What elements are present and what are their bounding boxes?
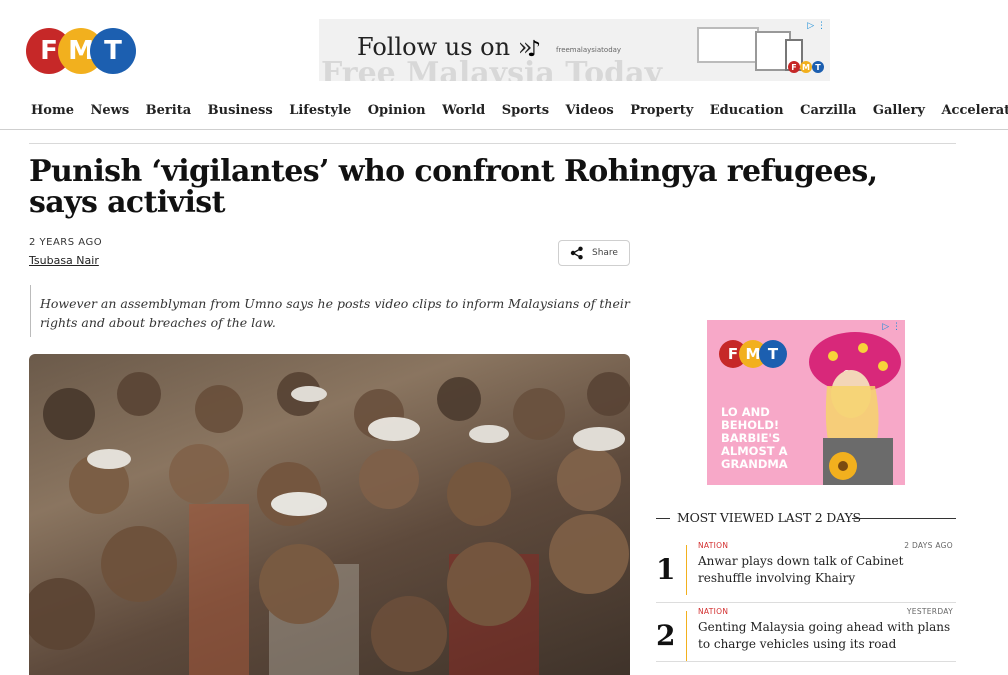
most-viewed-title[interactable]: Anwar plays down talk of Cabinet reshuff… (698, 553, 953, 587)
nav-item-accelerator[interactable]: Accelerator (941, 103, 1008, 118)
nav-item-gallery[interactable]: Gallery (873, 103, 925, 118)
most-viewed-category[interactable]: NATION (698, 541, 728, 550)
article-timestamp: 2 YEARS AGO (29, 237, 103, 248)
crowd-image (29, 372, 630, 675)
most-viewed-item[interactable]: 2 NATION YESTERDAY Genting Malaysia goin… (656, 607, 956, 662)
top-banner-ad[interactable]: Free Malaysia Today Follow us on » ♪ fre… (319, 19, 830, 81)
most-viewed-rule-left (656, 518, 670, 519)
nav-item-carzilla[interactable]: Carzilla (800, 103, 856, 118)
logo-letter-t: T (90, 28, 136, 74)
nav-item-world[interactable]: World (442, 103, 485, 118)
ad-follow-text: Follow us on » (357, 33, 533, 61)
most-viewed-category[interactable]: NATION (698, 607, 728, 616)
article-standfirst: However an assemblyman from Umno says he… (30, 285, 630, 337)
nav-item-business[interactable]: Business (208, 103, 273, 118)
nav-item-news[interactable]: News (90, 103, 129, 118)
doll-illustration (809, 332, 901, 485)
ad-message: LO AND BEHOLD! BARBIE'S ALMOST A GRANDMA (721, 405, 788, 471)
most-viewed-time: 2 DAYS AGO (904, 541, 953, 550)
nav-item-videos[interactable]: Videos (566, 103, 614, 118)
article-top-rule (29, 143, 956, 144)
nav-item-sports[interactable]: Sports (502, 103, 549, 118)
nav-divider (0, 129, 1008, 130)
most-viewed-rule-right (852, 518, 956, 519)
nav-item-home[interactable]: Home (31, 103, 74, 118)
site-logo[interactable]: F M T (26, 28, 136, 74)
article-photo (29, 354, 630, 675)
most-viewed-rank: 2 (656, 619, 676, 652)
rank-divider (686, 611, 687, 661)
share-label: Share (592, 248, 618, 258)
article-author-link[interactable]: Tsubasa Nair (29, 254, 99, 267)
most-viewed-title[interactable]: Genting Malaysia going ahead with plans … (698, 619, 953, 653)
article-headline: Punish ‘vigilantes’ who confront Rohingy… (29, 154, 878, 220)
most-viewed-time: YESTERDAY (906, 607, 953, 616)
ad-mini-logo: F M T (788, 61, 824, 73)
share-icon (570, 246, 583, 260)
nav-item-opinion[interactable]: Opinion (368, 103, 426, 118)
nav-item-berita[interactable]: Berita (146, 103, 191, 118)
most-viewed-heading: MOST VIEWED LAST 2 DAYS (677, 510, 861, 525)
ad-logo: F M T (719, 340, 787, 368)
ad-handle: freemalaysiatoday (556, 46, 622, 54)
share-button[interactable]: Share (558, 240, 630, 266)
most-viewed-item[interactable]: 1 NATION 2 DAYS AGO Anwar plays down tal… (656, 541, 956, 603)
rank-divider (686, 545, 687, 595)
most-viewed-rank: 1 (656, 553, 676, 586)
nav-item-property[interactable]: Property (630, 103, 693, 118)
adchoices-icon[interactable]: ▷ ⋮ (807, 21, 826, 31)
sidebar-ad[interactable]: F M T LO AND BEHOLD! BARBIE'S ALMOST A G… (707, 320, 905, 485)
adchoices-icon[interactable]: ▷ ⋮ (882, 322, 901, 332)
main-nav: Home News Berita Business Lifestyle Opin… (31, 103, 1008, 118)
tiktok-icon: ♪ (527, 37, 542, 62)
nav-item-education[interactable]: Education (710, 103, 784, 118)
nav-item-lifestyle[interactable]: Lifestyle (289, 103, 351, 118)
